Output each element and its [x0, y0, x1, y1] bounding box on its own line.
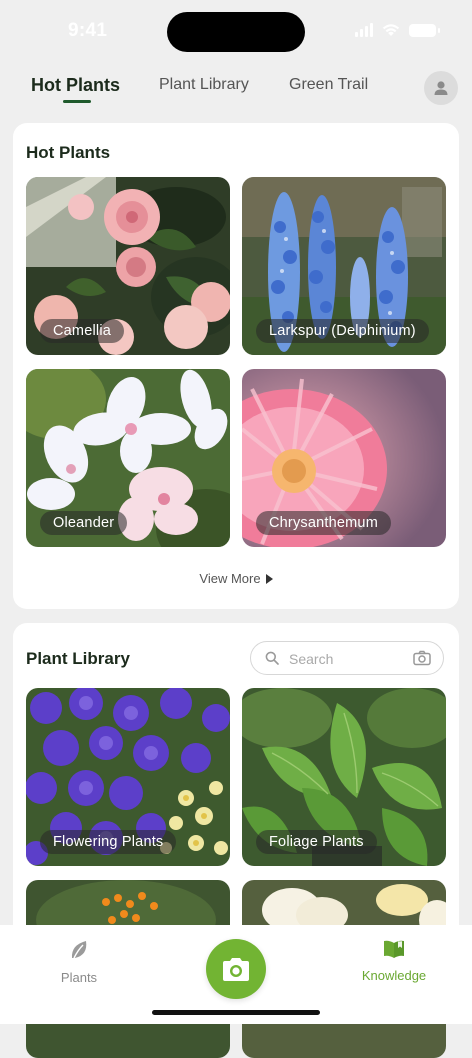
plant-tile-label: Oleander	[40, 511, 128, 535]
active-tab-indicator	[63, 100, 91, 103]
wifi-icon	[382, 24, 400, 36]
nav-knowledge[interactable]: Knowledge	[356, 939, 432, 983]
dynamic-island	[167, 12, 305, 52]
plant-tile-oleander[interactable]: Oleander	[26, 369, 230, 547]
view-more-link[interactable]: View More	[13, 571, 459, 586]
nav-plants-label: Plants	[60, 970, 98, 985]
plant-tile-camellia[interactable]: Camellia	[26, 177, 230, 355]
leaf-icon	[71, 941, 87, 959]
plant-tile-label: Camellia	[40, 319, 125, 343]
nav-knowledge-label: Knowledge	[361, 968, 427, 983]
signal-icon	[355, 23, 373, 37]
status-bar: 9:41	[0, 0, 472, 62]
plant-tile-chrysanthemum[interactable]: Chrysanthemum	[242, 369, 446, 547]
plant-library-title: Plant Library	[26, 649, 130, 668]
search-icon	[265, 651, 279, 665]
plant-tile-label: Larkspur (Delphinium)	[256, 319, 429, 343]
search-input[interactable]	[287, 648, 411, 670]
avatar[interactable]	[424, 71, 458, 105]
camera-icon[interactable]	[413, 650, 431, 666]
hot-plants-card: Hot Plants Camellia Larkspur (Delphinium…	[13, 123, 459, 609]
search-field[interactable]	[250, 641, 444, 675]
camera-icon	[223, 957, 249, 981]
hot-plants-title: Hot Plants	[26, 143, 111, 162]
battery-icon	[409, 24, 440, 37]
camera-scan-button[interactable]	[206, 939, 266, 999]
play-triangle-icon	[265, 573, 273, 584]
plant-tile-label: Chrysanthemum	[256, 511, 391, 535]
category-tile-label: Flowering Plants	[40, 830, 177, 854]
user-icon	[434, 81, 448, 95]
category-tile-label: Foliage Plants	[256, 830, 377, 854]
home-indicator	[152, 1010, 320, 1015]
tab-green-trail[interactable]: Green Trail	[289, 76, 368, 94]
plant-library-card: Plant Library Search Flowering Plants Fo…	[13, 623, 459, 1058]
view-more-label: View More	[199, 571, 261, 586]
bottom-navigation: Plants Knowledge	[0, 925, 472, 1024]
book-icon	[384, 940, 404, 958]
nav-plants[interactable]: Plants	[54, 939, 104, 985]
category-tile-foliage[interactable]: Foliage Plants	[242, 688, 446, 866]
plant-tile-larkspur[interactable]: Larkspur (Delphinium)	[242, 177, 446, 355]
category-tile-flowering[interactable]: Flowering Plants	[26, 688, 230, 866]
top-tab-bar: Hot Plants Plant Library Green Trail	[0, 62, 472, 114]
tab-hot-plants[interactable]: Hot Plants	[31, 75, 120, 96]
tab-plant-library[interactable]: Plant Library	[159, 76, 249, 94]
status-icons	[355, 23, 440, 37]
status-time: 9:41	[68, 20, 108, 41]
